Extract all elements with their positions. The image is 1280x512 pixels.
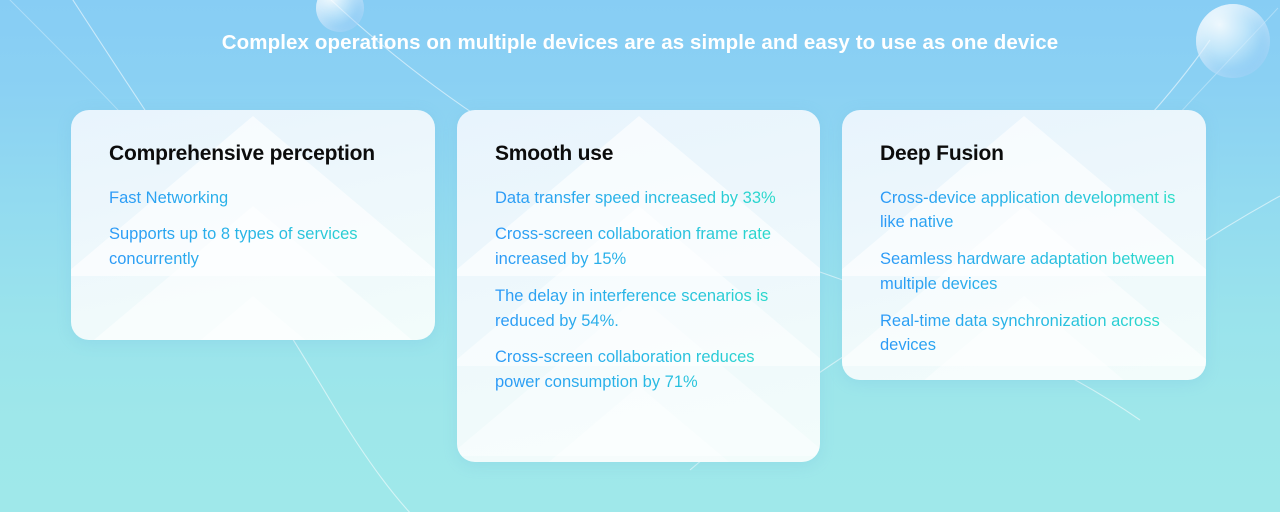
feature-card-smooth-use[interactable]: Smooth use Data transfer speed increased… bbox=[457, 110, 820, 462]
card-title: Comprehensive perception bbox=[109, 142, 375, 165]
card-feature-item: Cross-device application development is … bbox=[880, 186, 1180, 236]
card-feature-item: Supports up to 8 types of services concu… bbox=[109, 222, 409, 272]
feature-cards-container: Comprehensive perception Fast Networking… bbox=[0, 0, 1280, 512]
card-feature-item: Fast Networking bbox=[109, 186, 409, 211]
card-feature-item: Cross-screen collaboration frame rate in… bbox=[495, 222, 794, 272]
card-feature-item: The delay in interference scenarios is r… bbox=[495, 284, 794, 334]
page-title: Complex operations on multiple devices a… bbox=[221, 31, 1059, 54]
feature-card-deep-fusion[interactable]: Deep Fusion Cross-device application dev… bbox=[842, 110, 1206, 380]
card-feature-item: Seamless hardware adaptation between mul… bbox=[880, 247, 1180, 297]
card-feature-item: Real-time data synchronization across de… bbox=[880, 309, 1180, 359]
card-title: Smooth use bbox=[495, 142, 614, 165]
card-feature-item: Data transfer speed increased by 33% bbox=[495, 186, 794, 211]
feature-card-comprehensive-perception[interactable]: Comprehensive perception Fast Networking… bbox=[71, 110, 435, 340]
card-feature-item: Cross-screen collaboration reduces power… bbox=[495, 345, 794, 395]
card-title: Deep Fusion bbox=[880, 142, 1004, 165]
